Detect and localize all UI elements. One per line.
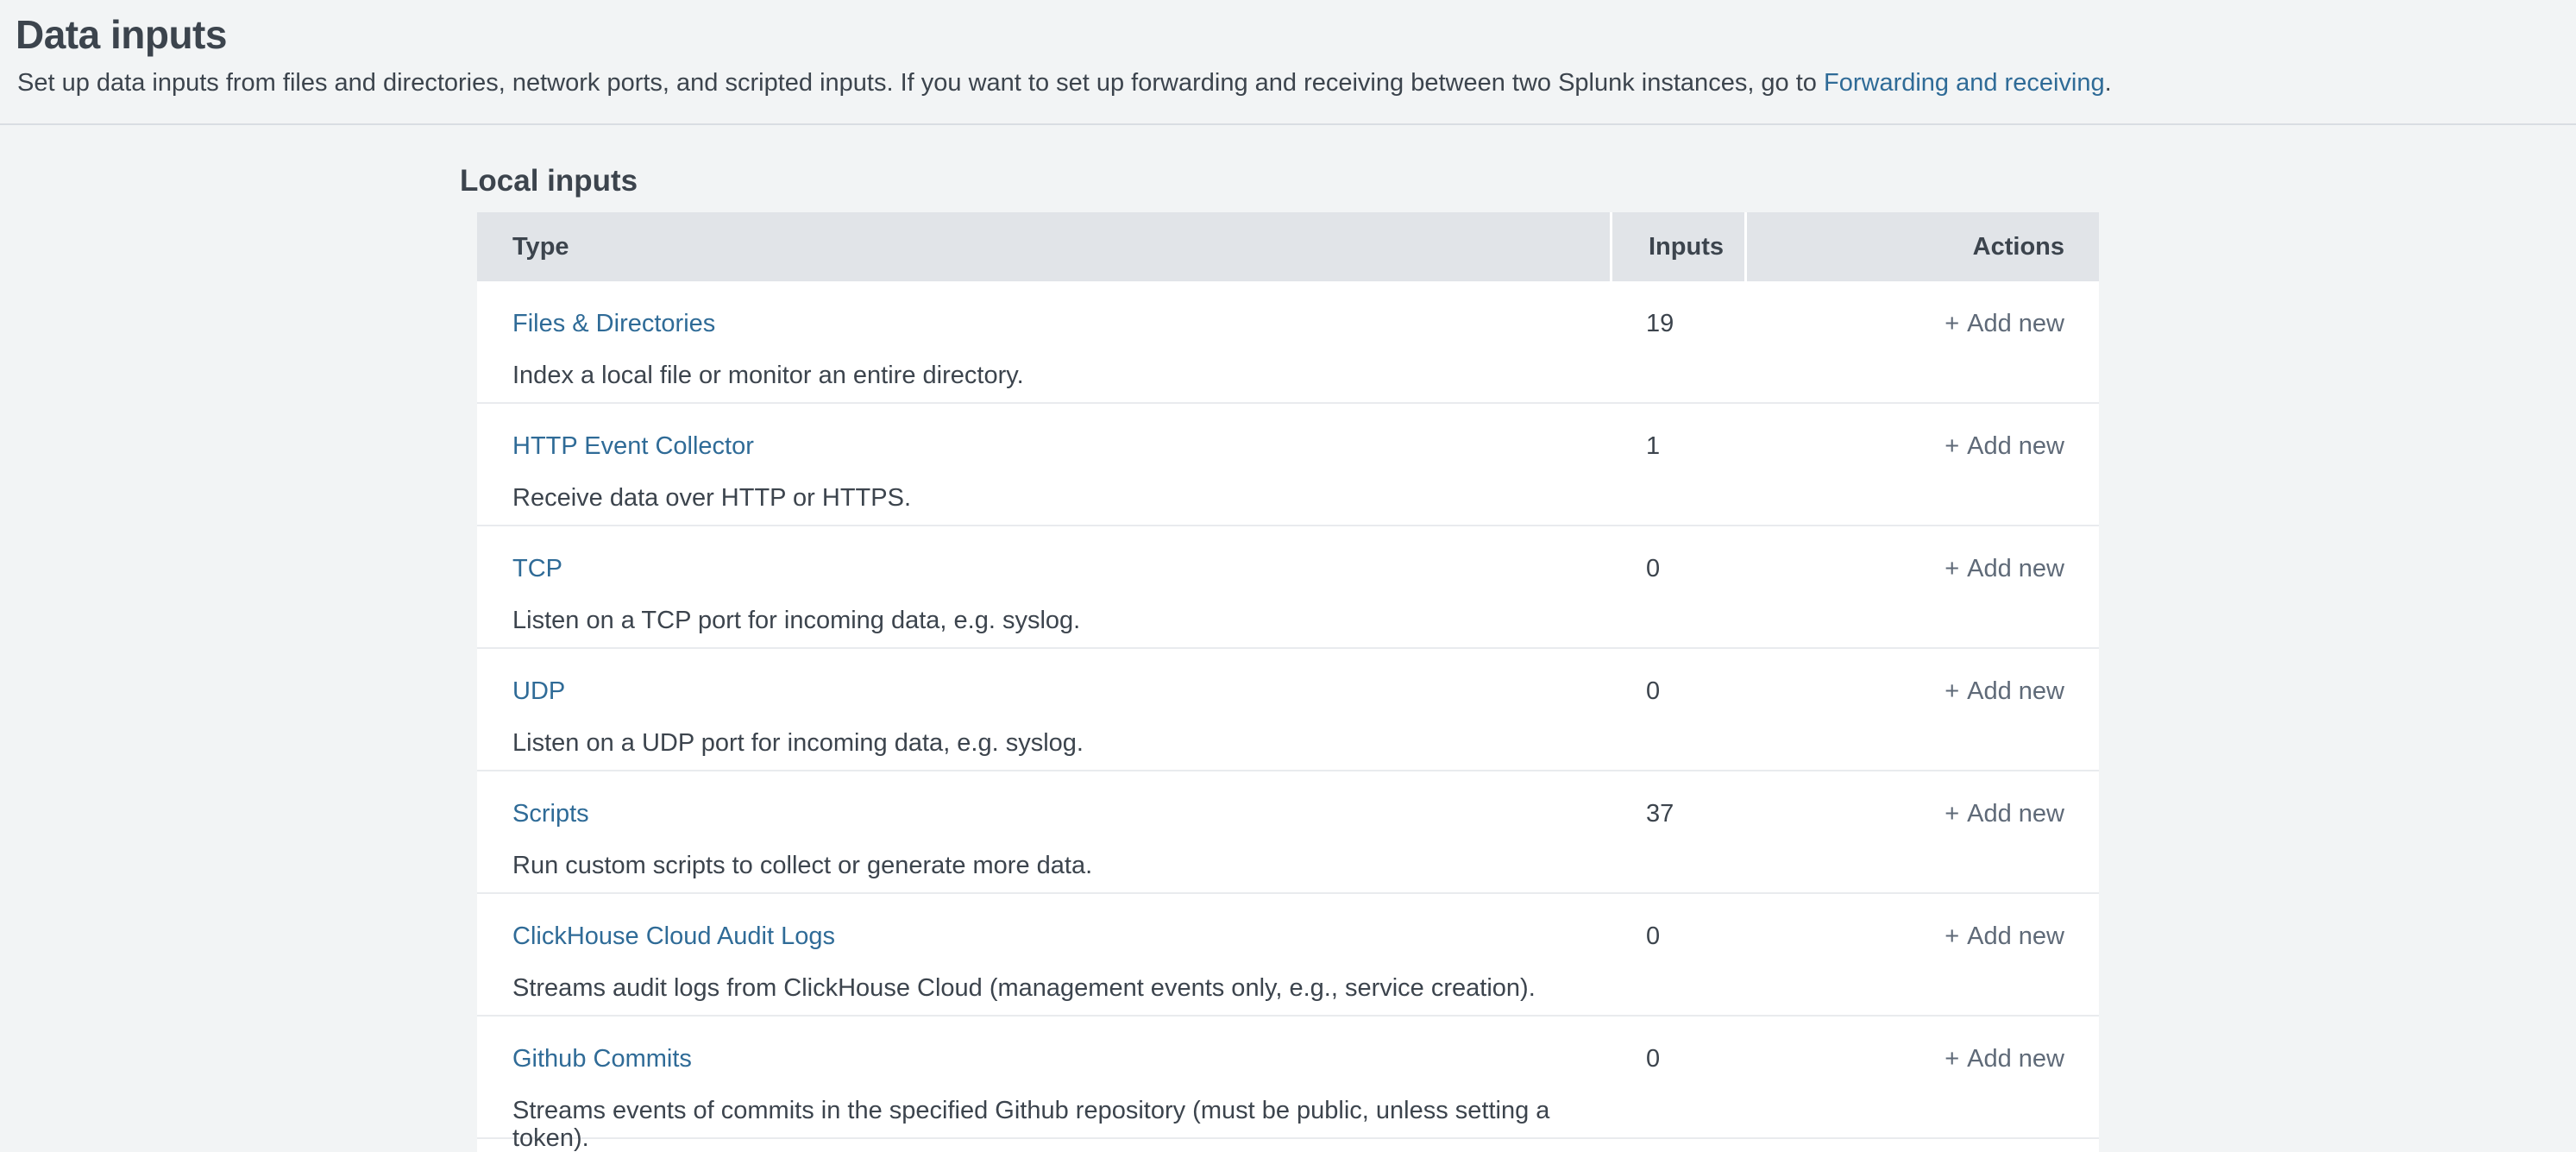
table-row: ClickHouse Cloud Audit Logs Streams audi… <box>477 894 2099 1017</box>
forwarding-receiving-link[interactable]: Forwarding and receiving <box>1824 69 2105 97</box>
page-subtitle: Set up data inputs from files and direct… <box>17 66 2550 100</box>
subtitle-text: Set up data inputs from files and direct… <box>17 69 1824 97</box>
add-new-button[interactable]: + Add new <box>1945 1045 2064 1073</box>
input-type-description: Index a local file or monitor an entire … <box>512 362 1610 389</box>
input-type-description: Run custom scripts to collect or generat… <box>512 852 1610 879</box>
add-new-button[interactable]: + Add new <box>1945 555 2064 582</box>
input-type-description: Receive data over HTTP or HTTPS. <box>512 484 1610 512</box>
page-header: Data inputs Set up data inputs from file… <box>0 0 2576 125</box>
table-row: HTTP Event Collector Receive data over H… <box>477 404 2099 526</box>
table-row: Github Commits Streams events of commits… <box>477 1017 2099 1139</box>
table-row: Files & Directories Index a local file o… <box>477 281 2099 404</box>
column-header-actions: Actions <box>1747 212 2099 281</box>
add-new-button[interactable]: + Add new <box>1945 922 2064 950</box>
plus-icon: + <box>1945 555 1959 582</box>
add-new-label: Add new <box>1967 800 2064 828</box>
plus-icon: + <box>1945 432 1959 460</box>
plus-icon: + <box>1945 922 1959 950</box>
add-new-button[interactable]: + Add new <box>1945 800 2064 828</box>
table-row: Scripts Run custom scripts to collect or… <box>477 771 2099 894</box>
input-type-link-udp[interactable]: UDP <box>512 677 565 705</box>
add-new-label: Add new <box>1967 310 2064 337</box>
inputs-count: 0 <box>1610 894 1744 1015</box>
plus-icon: + <box>1945 310 1959 337</box>
inputs-count: 0 <box>1610 526 1744 647</box>
inputs-count: 19 <box>1610 281 1744 402</box>
input-type-description: Streams events of commits in the specifi… <box>512 1097 1610 1152</box>
input-type-link-github-commits[interactable]: Github Commits <box>512 1045 692 1073</box>
local-inputs-section: Local inputs Type Inputs Actions Files &… <box>460 163 2576 1152</box>
add-new-button[interactable]: + Add new <box>1945 677 2064 705</box>
plus-icon: + <box>1945 800 1959 828</box>
add-new-label: Add new <box>1967 555 2064 582</box>
input-type-description: Listen on a UDP port for incoming data, … <box>512 729 1610 757</box>
table-row: TCP Listen on a TCP port for incoming da… <box>477 526 2099 649</box>
plus-icon: + <box>1945 1045 1959 1073</box>
add-new-label: Add new <box>1967 922 2064 950</box>
inputs-count: 1 <box>1610 404 1744 525</box>
subtitle-suffix: . <box>2105 69 2112 97</box>
inputs-count: 0 <box>1610 649 1744 770</box>
column-header-type: Type <box>477 212 1610 281</box>
add-new-label: Add new <box>1967 677 2064 705</box>
add-new-button[interactable]: + Add new <box>1945 432 2064 460</box>
add-new-button[interactable]: + Add new <box>1945 310 2064 337</box>
column-header-inputs: Inputs <box>1612 212 1744 281</box>
input-type-link-tcp[interactable]: TCP <box>512 555 562 582</box>
input-type-link-http-event-collector[interactable]: HTTP Event Collector <box>512 432 754 460</box>
input-type-description: Streams audit logs from ClickHouse Cloud… <box>512 974 1610 1002</box>
inputs-count: 0 <box>1610 1017 1744 1137</box>
plus-icon: + <box>1945 677 1959 705</box>
add-new-label: Add new <box>1967 432 2064 460</box>
section-heading: Local inputs <box>460 163 2576 199</box>
input-type-link-scripts[interactable]: Scripts <box>512 800 589 828</box>
table-row: UDP Listen on a UDP port for incoming da… <box>477 649 2099 771</box>
input-type-link-clickhouse-cloud-audit-logs[interactable]: ClickHouse Cloud Audit Logs <box>512 922 835 950</box>
page-title: Data inputs <box>16 10 2550 59</box>
input-type-description: Listen on a TCP port for incoming data, … <box>512 607 1610 634</box>
add-new-label: Add new <box>1967 1045 2064 1073</box>
inputs-count: 37 <box>1610 771 1744 892</box>
input-type-link-files-directories[interactable]: Files & Directories <box>512 310 715 337</box>
data-inputs-table: Type Inputs Actions Files & Directories … <box>477 212 2099 1152</box>
table-header-row: Type Inputs Actions <box>477 212 2099 281</box>
